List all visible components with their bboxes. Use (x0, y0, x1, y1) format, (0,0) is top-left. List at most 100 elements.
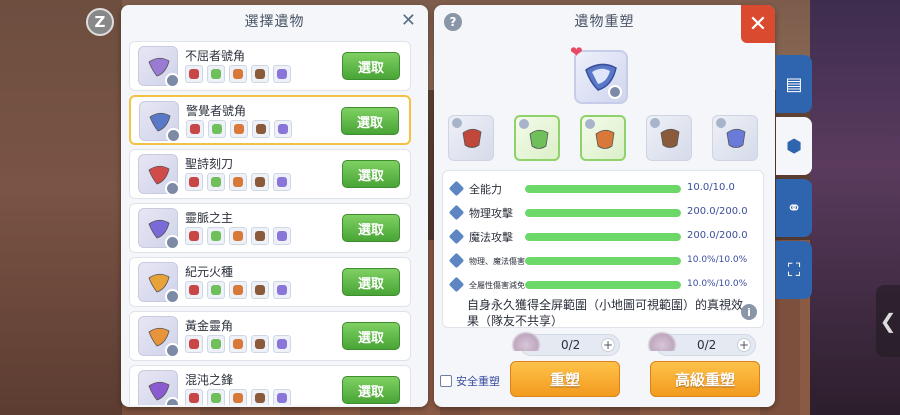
material-chip (273, 65, 291, 83)
select-button[interactable]: 選取 (341, 107, 399, 135)
stat-row: 魔法攻擊 200.0/200.0 (448, 227, 759, 247)
stat-row: 物理、魔法傷害 10.0%/10.0% (448, 251, 759, 271)
relic-name: 黃金靈角 (185, 319, 234, 333)
counter-value: 0/2 (561, 338, 581, 352)
material-slot[interactable] (646, 115, 692, 161)
help-icon[interactable]: ? (444, 13, 462, 31)
material-chip (251, 65, 269, 83)
relic-row[interactable]: 黃金靈角 選取 (129, 311, 411, 361)
stat-bar (525, 209, 681, 217)
shop-icon[interactable]: ▤ (776, 55, 812, 113)
relic-list: 不屈者號角 選取 警覺者號角 選取 聖詩刻刀 選取 靈脈之主 選取 紀元火種 選取 黃金靈角 選取 混沌… (129, 41, 420, 405)
stat-bar (525, 233, 681, 241)
stat-value: 200.0/200.0 (687, 230, 748, 241)
panel-title: 遺物重塑 (574, 14, 635, 30)
safe-reshape-toggle[interactable]: 安全重塑 (440, 373, 500, 389)
relic-row[interactable]: 不屈者號角 選取 (129, 41, 411, 91)
relic-icon (138, 208, 180, 250)
select-button[interactable]: 選取 (342, 268, 400, 296)
select-button[interactable]: 選取 (342, 214, 400, 242)
relic-name: 紀元火種 (185, 265, 234, 279)
material-chip (251, 173, 269, 191)
material-chip (207, 389, 225, 405)
stat-row: 物理攻擊 200.0/200.0 (448, 203, 759, 223)
material-slot[interactable] (514, 115, 560, 161)
advanced-reshape-button[interactable]: 高級重塑 (650, 361, 760, 397)
plus-icon[interactable]: + (601, 338, 615, 352)
material-slot[interactable] (580, 115, 626, 161)
close-icon[interactable]: ✕ (401, 12, 416, 30)
material-chip (186, 120, 204, 138)
material-chip (229, 227, 247, 245)
stat-value: 200.0/200.0 (687, 206, 748, 217)
material-counter: 0/2 + (647, 331, 756, 356)
material-chips (185, 173, 291, 191)
relic-icon (138, 46, 180, 88)
material-chip (185, 227, 203, 245)
relic-icon[interactable]: ⬢ (776, 117, 812, 175)
info-icon[interactable]: i (741, 304, 757, 320)
material-chip (229, 335, 247, 353)
relic-row[interactable]: 警覺者號角 選取 (129, 95, 411, 145)
stat-bar (525, 257, 681, 265)
material-chip (273, 227, 291, 245)
gem-icon (726, 128, 746, 148)
relic-name: 靈脈之主 (185, 211, 234, 225)
stat-label: 物理攻擊 (469, 207, 513, 220)
material-chip (185, 65, 203, 83)
stat-value: 10.0%/10.0% (687, 255, 748, 265)
plus-icon[interactable]: + (737, 338, 751, 352)
material-chip (185, 173, 203, 191)
stat-bar (525, 185, 681, 193)
powder-icon (511, 331, 541, 351)
material-chip (251, 335, 269, 353)
material-chips (185, 335, 291, 353)
powder-icon (647, 331, 677, 351)
side-tab-bar: ▤ ⬢ ⚭ ⛶ (776, 55, 812, 303)
horn-icon (585, 63, 622, 99)
reshape-panel: ? 遺物重塑 ✕ ❤ 全能力 10.0/10.0 物理攻擊 200.0/200.0 魔法… (434, 5, 775, 407)
select-button[interactable]: 選取 (342, 160, 400, 188)
top-left-icon-button[interactable]: Z (86, 8, 114, 36)
material-chip (207, 65, 225, 83)
counter-value: 0/2 (697, 338, 717, 352)
relic-icon (139, 101, 181, 143)
material-chip (208, 120, 226, 138)
relic-row[interactable]: 靈脈之主 選取 (129, 203, 411, 253)
checkbox[interactable] (440, 375, 452, 387)
material-chips (185, 227, 291, 245)
relic-row[interactable]: 聖詩刻刀 選取 (129, 149, 411, 199)
select-button[interactable]: 選取 (342, 322, 400, 350)
material-slot[interactable] (448, 115, 494, 161)
relic-row[interactable]: 混沌之鋒 選取 (129, 365, 411, 405)
material-slots (448, 115, 763, 163)
relic-description: 自身永久獲得全屏範圍（小地圖可視範圍）的真視效果（隊友不共享） (467, 298, 744, 328)
relic-name: 警覺者號角 (186, 104, 247, 118)
material-chip (229, 281, 247, 299)
stat-label: 物理、魔法傷害 (469, 257, 525, 266)
relic-icon (138, 370, 180, 405)
relic-icon (138, 316, 180, 358)
gun-icon (660, 128, 680, 148)
reshape-button[interactable]: 重塑 (510, 361, 620, 397)
nodes-icon[interactable]: ⚭ (776, 179, 812, 237)
select-button[interactable]: 選取 (342, 52, 400, 80)
material-chip (251, 389, 269, 405)
relic-row[interactable]: 紀元火種 選取 (129, 257, 411, 307)
panel-title: 選擇遺物 (244, 14, 305, 30)
material-slot[interactable] (712, 115, 758, 161)
material-chip (251, 227, 269, 245)
material-chip (207, 281, 225, 299)
background-left (0, 0, 122, 415)
select-button[interactable]: 選取 (342, 376, 400, 404)
chevron-left-icon[interactable]: ❮ (876, 285, 900, 357)
scan-icon[interactable]: ⛶ (776, 241, 812, 299)
feather-icon (595, 129, 615, 149)
favorite-heart-icon[interactable]: ❤ (570, 45, 583, 60)
close-button[interactable]: ✕ (741, 5, 775, 43)
material-chip (185, 281, 203, 299)
stat-value: 10.0/10.0 (687, 182, 735, 193)
stat-value: 10.0%/10.0% (687, 279, 748, 289)
material-chips (186, 120, 292, 138)
material-chip (229, 389, 247, 405)
